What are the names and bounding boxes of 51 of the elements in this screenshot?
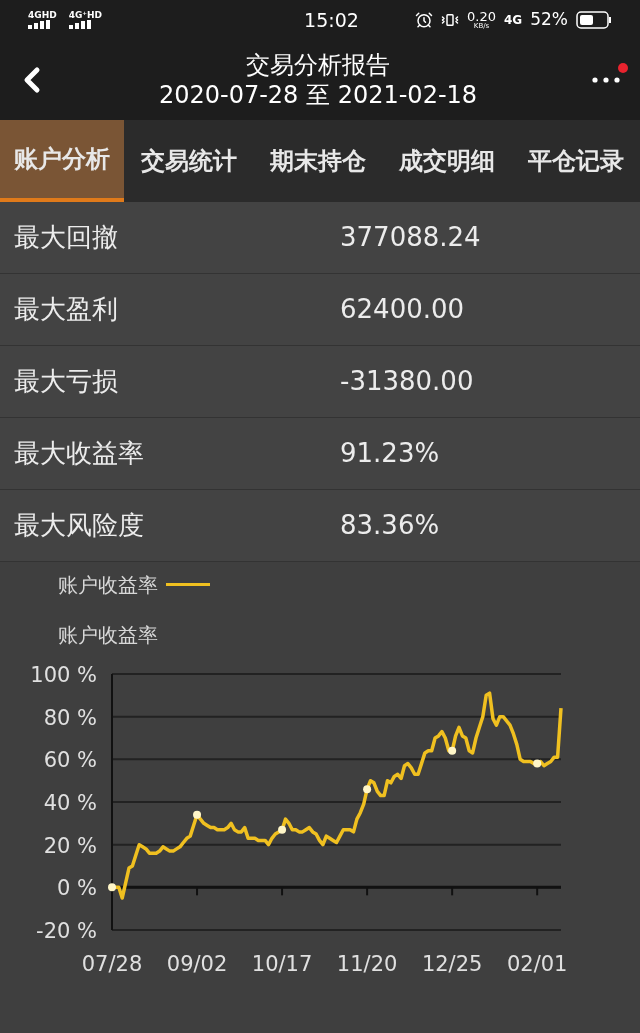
- data-point: [278, 825, 287, 834]
- signal-label: 4GHD: [28, 11, 57, 20]
- tab[interactable]: 成交明细: [382, 120, 511, 202]
- stat-label: 最大盈利: [13, 293, 119, 326]
- data-point: [363, 785, 372, 794]
- battery-icon: [576, 11, 612, 29]
- data-point: [448, 746, 457, 755]
- battery-percent: 52%: [530, 8, 568, 32]
- vibrate-icon: [441, 11, 460, 29]
- stat-value: -31380.00: [340, 365, 474, 398]
- stat-value: 83.36%: [340, 509, 440, 542]
- y-axis-label: 60 %: [43, 748, 97, 773]
- y-axis-label: 80 %: [43, 705, 97, 730]
- stat-label: 最大风险度: [13, 509, 145, 542]
- stat-label: 最大亏损: [13, 365, 119, 398]
- tab[interactable]: 交易统计: [124, 120, 253, 202]
- data-point: [108, 883, 116, 892]
- x-axis-label: 09/02: [166, 952, 228, 976]
- x-axis-label: 07/28: [81, 952, 143, 976]
- network-type: 4G: [504, 12, 523, 29]
- x-axis-label: 10/17: [251, 952, 313, 976]
- stat-value: 91.23%: [340, 437, 440, 470]
- legend-line-icon: [166, 583, 210, 587]
- stat-label: 最大回撤: [13, 221, 119, 254]
- data-point: [193, 810, 202, 819]
- y-axis-label: 100 %: [30, 663, 97, 687]
- chart-title: 账户收益率: [57, 622, 158, 649]
- signal-icon: [28, 20, 50, 29]
- page-title: 交易分析报告: [246, 50, 390, 80]
- y-axis-label: 40 %: [43, 791, 97, 815]
- more-icon: [592, 77, 620, 83]
- tab[interactable]: 期末持仓: [253, 120, 382, 202]
- network-speed: 0.20: [467, 10, 496, 23]
- legend-label: 账户收益率: [58, 572, 158, 599]
- clock-time: 15:02: [304, 7, 359, 33]
- y-axis-label: 20 %: [43, 833, 97, 858]
- stat-value: 62400.00: [340, 293, 465, 326]
- y-axis-label: 0 %: [57, 876, 97, 901]
- y-axis-label: -20 %: [36, 919, 97, 943]
- signal-label: 4G⁺HD: [68, 11, 103, 20]
- x-axis-label: 11/20: [336, 952, 398, 976]
- date-range: 2020-07-28 至 2021-02-18: [158, 80, 478, 110]
- tab[interactable]: 账户分析: [0, 120, 124, 202]
- x-axis-label: 02/01: [506, 952, 568, 976]
- alarm-icon: [415, 11, 434, 29]
- tab[interactable]: 平仓记录: [511, 120, 640, 202]
- data-point: [533, 759, 542, 768]
- stat-value: 377088.24: [340, 221, 481, 254]
- stat-label: 最大收益率: [13, 437, 145, 470]
- x-axis-label: 12/25: [421, 952, 483, 976]
- signal-icon: [68, 20, 91, 29]
